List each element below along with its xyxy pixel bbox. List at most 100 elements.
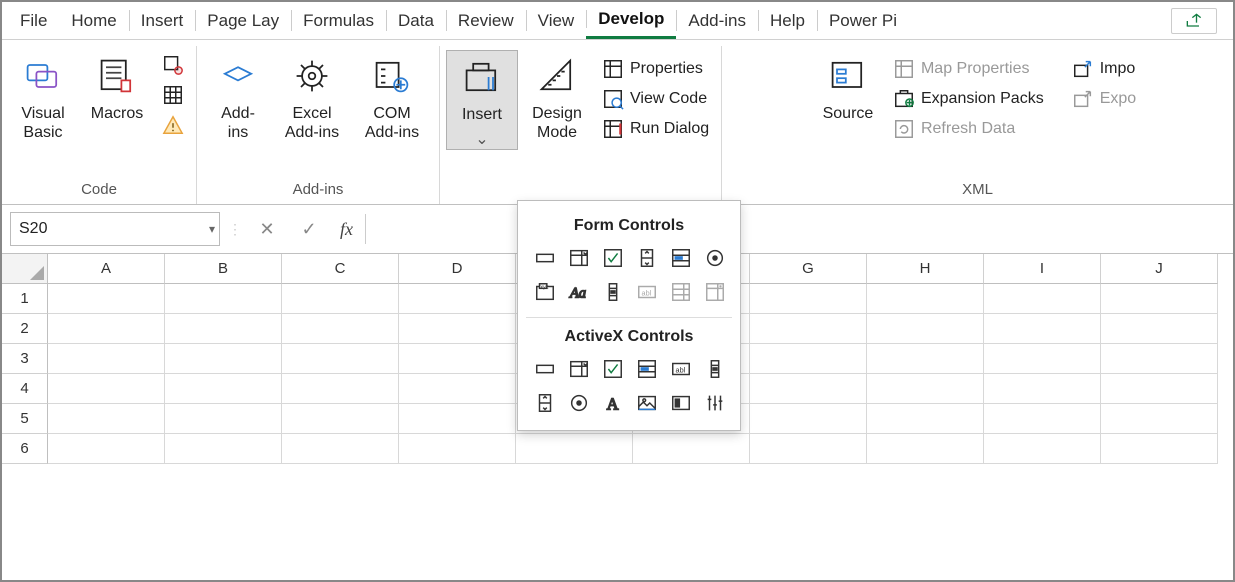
cell[interactable] <box>165 374 282 404</box>
cell[interactable] <box>282 404 399 434</box>
col-header[interactable]: C <box>282 254 399 284</box>
cell[interactable] <box>399 374 516 404</box>
properties-button[interactable]: Properties <box>596 56 715 82</box>
insert-function-button[interactable]: fx <box>334 219 353 240</box>
ax-morecontrols-control[interactable] <box>700 388 730 418</box>
cell[interactable] <box>750 374 867 404</box>
form-spinbutton-control[interactable] <box>632 243 662 273</box>
row-header[interactable]: 4 <box>2 374 48 404</box>
cell[interactable] <box>867 314 984 344</box>
ax-togglebutton-control[interactable] <box>666 388 696 418</box>
expansion-packs-button[interactable]: Expansion Packs <box>887 86 1050 112</box>
cell[interactable] <box>867 284 984 314</box>
row-header[interactable]: 3 <box>2 344 48 374</box>
run-dialog-button[interactable]: Run Dialog <box>596 116 715 142</box>
cell[interactable] <box>984 374 1101 404</box>
enter-formula-button[interactable]: ✓ <box>292 212 326 246</box>
ax-commandbutton-control[interactable] <box>530 354 560 384</box>
use-relative-refs-button[interactable] <box>156 82 190 108</box>
cell[interactable] <box>984 434 1101 464</box>
col-header[interactable]: A <box>48 254 165 284</box>
tab-power-pivot[interactable]: Power Pi <box>817 2 909 39</box>
cell[interactable] <box>282 314 399 344</box>
row-header[interactable]: 2 <box>2 314 48 344</box>
ax-label-control[interactable]: A <box>598 388 628 418</box>
cell[interactable] <box>750 314 867 344</box>
tab-home[interactable]: Home <box>59 2 128 39</box>
cell[interactable] <box>1101 404 1218 434</box>
cell[interactable] <box>165 344 282 374</box>
refresh-data-button[interactable]: Refresh Data <box>887 116 1050 142</box>
cell[interactable] <box>633 434 750 464</box>
cell[interactable] <box>984 314 1101 344</box>
col-header[interactable]: B <box>165 254 282 284</box>
cell[interactable] <box>48 344 165 374</box>
cell[interactable] <box>984 284 1101 314</box>
cell[interactable] <box>165 314 282 344</box>
ax-listbox-control[interactable] <box>632 354 662 384</box>
macro-security-button[interactable] <box>156 112 190 138</box>
cell[interactable] <box>1101 434 1218 464</box>
cancel-formula-button[interactable]: ✕ <box>250 212 284 246</box>
record-macro-button[interactable] <box>156 52 190 78</box>
cell[interactable] <box>48 404 165 434</box>
cell[interactable] <box>48 314 165 344</box>
cell[interactable] <box>750 404 867 434</box>
tab-addins[interactable]: Add-ins <box>676 2 758 39</box>
tab-review[interactable]: Review <box>446 2 526 39</box>
ax-spinbutton-control[interactable] <box>530 388 560 418</box>
cell[interactable] <box>399 404 516 434</box>
name-box[interactable]: S20 ▾ <box>10 212 220 246</box>
tab-file[interactable]: File <box>8 2 59 39</box>
tab-insert[interactable]: Insert <box>129 2 196 39</box>
tab-view[interactable]: View <box>526 2 587 39</box>
cell[interactable] <box>282 374 399 404</box>
tab-page-layout[interactable]: Page Lay <box>195 2 291 39</box>
ax-image-control[interactable] <box>632 388 662 418</box>
com-addins-button[interactable]: COM Add-ins <box>351 50 433 142</box>
cell[interactable] <box>984 344 1101 374</box>
form-combodrop-control[interactable] <box>700 277 730 307</box>
ax-checkbox-control[interactable] <box>598 354 628 384</box>
ax-optionbutton-control[interactable] <box>564 388 594 418</box>
cell[interactable] <box>750 434 867 464</box>
cell[interactable] <box>165 284 282 314</box>
cell[interactable] <box>282 344 399 374</box>
cell[interactable] <box>48 434 165 464</box>
form-listbox-control[interactable] <box>666 243 696 273</box>
view-code-button[interactable]: View Code <box>596 86 715 112</box>
form-textfield-control[interactable]: abl <box>632 277 662 307</box>
form-optionbutton-control[interactable] <box>700 243 730 273</box>
cell[interactable] <box>399 284 516 314</box>
cell[interactable] <box>867 434 984 464</box>
addins-button[interactable]: Add- ins <box>203 50 273 142</box>
ax-scrollbar-control[interactable] <box>700 354 730 384</box>
design-mode-button[interactable]: Design Mode <box>522 50 592 142</box>
ax-textbox-control[interactable]: abl <box>666 354 696 384</box>
cell[interactable] <box>165 434 282 464</box>
cell[interactable] <box>1101 284 1218 314</box>
cell[interactable] <box>399 434 516 464</box>
cell[interactable] <box>1101 314 1218 344</box>
cell[interactable] <box>282 284 399 314</box>
col-header[interactable]: G <box>750 254 867 284</box>
cell[interactable] <box>1101 344 1218 374</box>
export-xml-button[interactable]: Expo <box>1066 86 1142 112</box>
cell[interactable] <box>165 404 282 434</box>
cell[interactable] <box>282 434 399 464</box>
form-scrollbar-control[interactable] <box>598 277 628 307</box>
cell[interactable] <box>399 344 516 374</box>
form-combolist-control[interactable] <box>666 277 696 307</box>
cell[interactable] <box>48 374 165 404</box>
cell[interactable] <box>48 284 165 314</box>
row-header[interactable]: 5 <box>2 404 48 434</box>
form-combobox-control[interactable] <box>564 243 594 273</box>
cell[interactable] <box>867 404 984 434</box>
cell[interactable] <box>750 344 867 374</box>
cell[interactable] <box>1101 374 1218 404</box>
insert-controls-button[interactable]: Insert ⌄ <box>446 50 518 150</box>
col-header[interactable]: D <box>399 254 516 284</box>
tab-help[interactable]: Help <box>758 2 817 39</box>
cell[interactable] <box>399 314 516 344</box>
tab-formulas[interactable]: Formulas <box>291 2 386 39</box>
